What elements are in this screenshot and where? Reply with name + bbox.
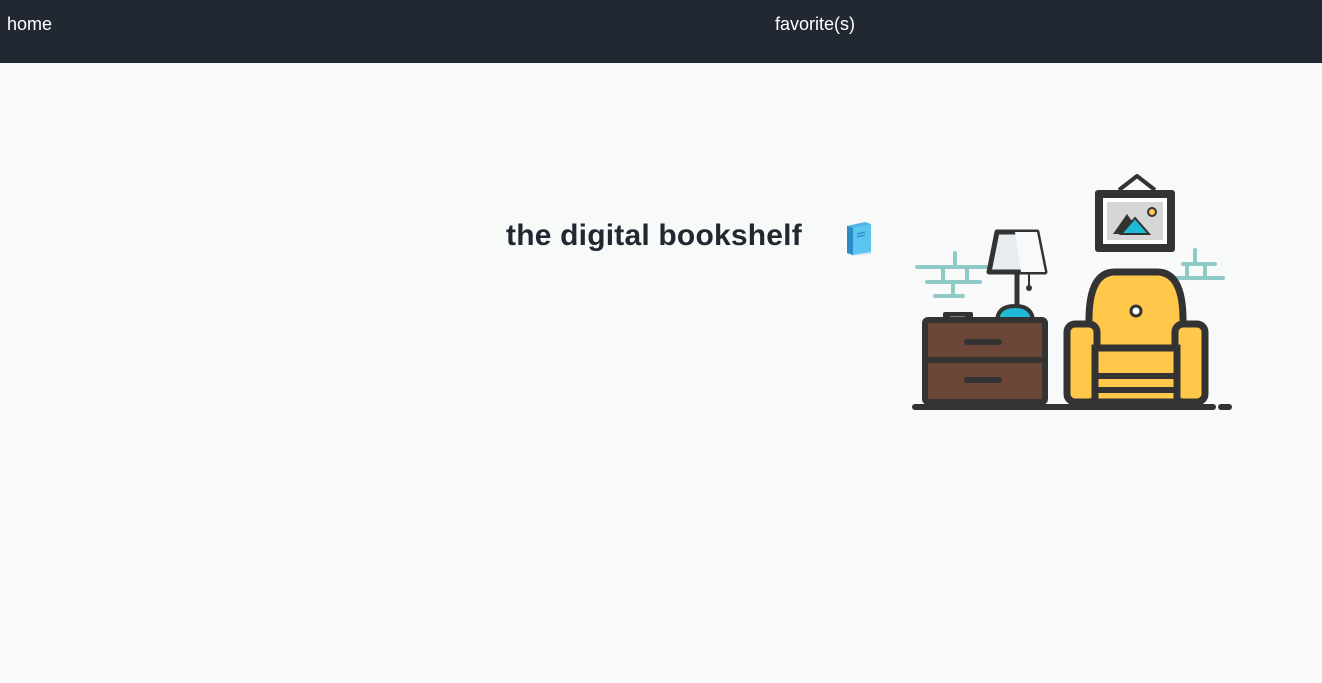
floor-lamp-on-nightstand: [986, 229, 1048, 324]
nav-favorites-link[interactable]: favorite(s): [775, 13, 855, 35]
picture-frame: [1095, 174, 1175, 252]
living-room-illustration: [912, 174, 1232, 410]
top-navbar: home favorite(s): [0, 0, 1322, 63]
nightstand: [922, 317, 1048, 406]
wall-bricks-left: [915, 251, 992, 298]
armchair: [1063, 268, 1209, 406]
page-title: the digital bookshelf: [506, 219, 802, 252]
wall-bricks-right: [1173, 248, 1225, 280]
blue-book-icon: [847, 222, 871, 256]
nav-home-link[interactable]: home: [7, 13, 52, 35]
